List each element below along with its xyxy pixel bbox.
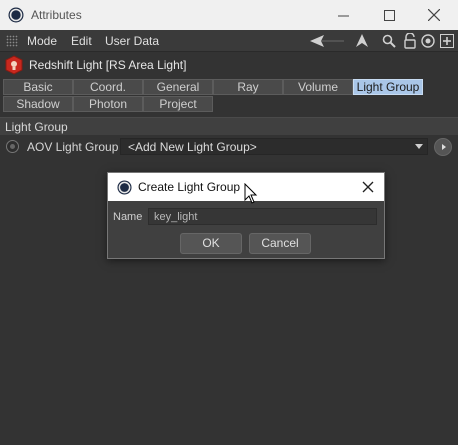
close-window-button[interactable] — [411, 0, 457, 30]
aov-light-group-label: AOV Light Group — [27, 140, 119, 154]
target-icon — [421, 34, 435, 48]
target-button[interactable] — [419, 32, 437, 50]
cancel-button[interactable]: Cancel — [249, 233, 311, 254]
maximize-icon — [383, 9, 395, 21]
redshift-light-icon — [5, 55, 23, 75]
object-name: Redshift Light [RS Area Light] — [29, 58, 187, 72]
tab-basic[interactable]: Basic — [3, 79, 73, 95]
lock-button[interactable] — [401, 32, 419, 50]
close-icon[interactable] — [360, 179, 376, 195]
tab-shadow[interactable]: Shadow — [3, 96, 73, 112]
up-arrow-button[interactable] — [353, 32, 371, 50]
ok-button[interactable]: OK — [180, 233, 242, 254]
search-icon — [382, 34, 396, 48]
section-title: Light Group — [5, 120, 68, 134]
back-arrow-icon — [310, 35, 344, 47]
menu-user-data[interactable]: User Data — [105, 34, 159, 48]
tab-volume[interactable]: Volume — [283, 79, 353, 95]
chevron-down-icon — [415, 144, 423, 149]
tab-ray[interactable]: Ray — [213, 79, 283, 95]
animation-keyframe-radio[interactable] — [6, 140, 19, 153]
grip-icon[interactable] — [6, 35, 18, 47]
up-arrow-icon — [356, 34, 368, 47]
add-panel-button[interactable] — [438, 32, 456, 50]
minimize-icon — [337, 15, 349, 16]
minimize-button[interactable] — [320, 0, 366, 30]
menu-edit[interactable]: Edit — [71, 34, 92, 48]
section-header: Light Group — [0, 117, 458, 135]
cinema4d-app-icon — [117, 180, 132, 195]
play-arrow-button[interactable] — [434, 138, 452, 156]
tab-general[interactable]: General — [143, 79, 213, 95]
dialog-title: Create Light Group — [138, 180, 241, 194]
mouse-cursor-icon — [244, 183, 258, 204]
tab-project[interactable]: Project — [143, 96, 213, 112]
tab-photon[interactable]: Photon — [73, 96, 143, 112]
aov-light-group-dropdown[interactable]: <Add New Light Group> — [120, 138, 428, 155]
window-titlebar: Attributes — [0, 0, 458, 30]
menubar: Mode Edit User Data — [0, 30, 458, 52]
search-button[interactable] — [380, 32, 398, 50]
maximize-button[interactable] — [366, 0, 412, 30]
tab-coord[interactable]: Coord. — [73, 79, 143, 95]
object-header: Redshift Light [RS Area Light] — [0, 53, 458, 77]
close-icon — [428, 9, 440, 21]
cinema4d-app-icon — [8, 7, 24, 23]
menu-mode[interactable]: Mode — [27, 34, 57, 48]
lock-icon — [404, 33, 416, 49]
name-input[interactable] — [148, 208, 377, 225]
dropdown-value: <Add New Light Group> — [128, 140, 257, 154]
tab-light-group[interactable]: Light Group — [353, 79, 423, 95]
name-label: Name — [113, 211, 143, 223]
window-title: Attributes — [31, 8, 82, 22]
back-arrow-button[interactable] — [310, 32, 344, 50]
add-panel-icon — [440, 34, 454, 48]
